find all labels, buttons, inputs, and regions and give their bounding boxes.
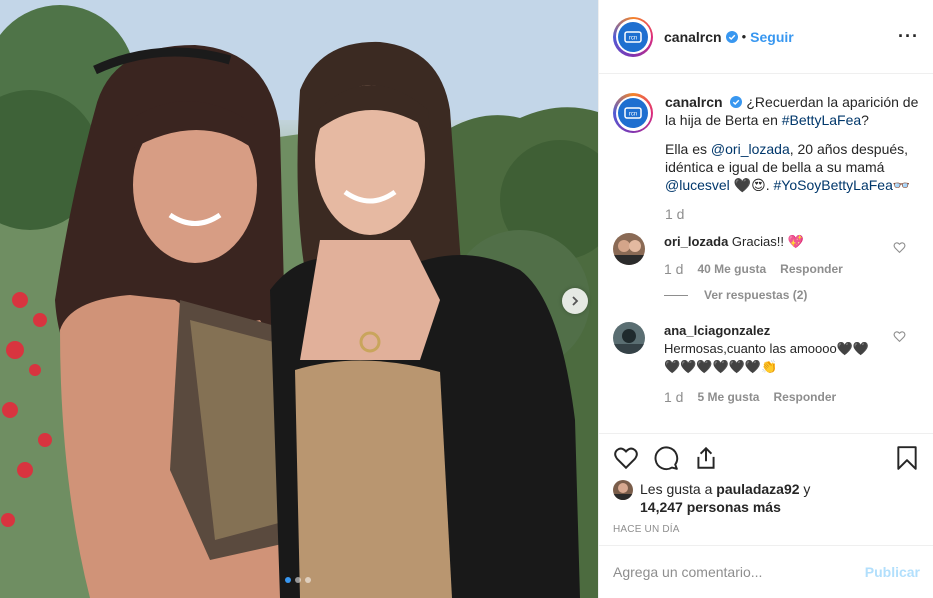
canalrcn-logo-icon: rcn <box>618 98 648 128</box>
likes-middle: y <box>799 481 811 497</box>
carousel-indicator <box>285 577 311 583</box>
carousel-dot <box>295 577 301 583</box>
post-header: rcn canalrcn • Seguir ··· <box>599 0 933 74</box>
caption-line2: Ella es <box>665 141 711 157</box>
comment-icon <box>654 446 679 471</box>
likes-prefix: Les gusta a <box>640 481 717 497</box>
comment-text: Hermosas,cuanto las amoooo🖤🖤 🖤🖤🖤🖤🖤🖤👏 <box>664 341 870 374</box>
header-separator: • <box>741 29 747 44</box>
bookmark-icon <box>897 446 917 470</box>
avatar[interactable]: rcn <box>613 93 653 133</box>
share-icon <box>697 446 715 469</box>
avatar[interactable] <box>613 480 633 500</box>
heart-icon <box>614 447 638 470</box>
svg-text:rcn: rcn <box>629 35 637 41</box>
caption-line1-end: ? <box>861 112 869 128</box>
comment-time[interactable]: 1 d <box>664 260 683 278</box>
comment-text: Gracias!! 💖 <box>731 234 804 249</box>
caption-emoji: 👓 <box>892 177 911 193</box>
carousel-dot <box>305 577 311 583</box>
likes-user-link[interactable]: pauladaza92 <box>716 481 799 497</box>
avatar[interactable]: rcn <box>613 16 653 57</box>
replies-line <box>664 294 688 296</box>
comment-username[interactable]: ori_lozada <box>664 234 728 249</box>
reply-button[interactable]: Responder <box>773 388 836 406</box>
comment-likes[interactable]: 5 Me gusta <box>697 388 759 406</box>
likes-summary: Les gusta a pauladaza92 y 14,247 persona… <box>613 480 920 516</box>
caption-text: canalrcn ¿Recuerdan la aparición de la h… <box>665 93 920 223</box>
comment-item: ori_lozada Gracias!! 💖 1 d 40 Me gusta R… <box>613 233 920 278</box>
caption-emoji: 🖤😍. <box>729 177 774 193</box>
post-photo[interactable] <box>0 0 598 598</box>
share-button[interactable] <box>693 445 719 471</box>
posted-time[interactable]: Hace un día <box>613 524 920 535</box>
avatar[interactable] <box>613 322 645 354</box>
post-caption: rcn canalrcn ¿Recuerdan la aparición de … <box>613 93 920 223</box>
comments-list[interactable]: rcn canalrcn ¿Recuerdan la aparición de … <box>599 75 933 433</box>
more-icon[interactable]: ··· <box>898 26 919 47</box>
save-button[interactable] <box>894 445 920 471</box>
view-replies-button[interactable]: Ver respuestas (2) <box>664 288 920 302</box>
follow-button[interactable]: Seguir <box>750 29 794 45</box>
comment-item: ana_lciagonzalez Hermosas,cuanto las amo… <box>613 322 920 406</box>
mention-link[interactable]: @lucesvel <box>665 177 730 193</box>
caption-username[interactable]: canalrcn <box>665 94 723 110</box>
view-replies-label: Ver respuestas (2) <box>704 288 808 302</box>
heart-icon[interactable] <box>893 330 906 343</box>
mention-link[interactable]: @ori_lozada <box>711 141 790 157</box>
verified-icon <box>730 96 743 108</box>
verified-icon <box>725 30 738 43</box>
chevron-right-icon <box>572 296 579 306</box>
carousel-dot <box>285 577 291 583</box>
heart-icon[interactable] <box>893 241 906 254</box>
post-username[interactable]: canalrcn <box>664 29 722 45</box>
publish-button[interactable]: Publicar <box>865 564 920 580</box>
comment-time[interactable]: 1 d <box>664 388 683 406</box>
photo-scene <box>0 0 598 598</box>
avatar[interactable] <box>613 233 645 265</box>
comment-username[interactable]: ana_lciagonzalez <box>664 323 770 338</box>
comment-input[interactable] <box>613 564 865 580</box>
hashtag-link[interactable]: #BettyLaFea <box>782 112 861 128</box>
hashtag-link[interactable]: #YoSoyBettyLaFea <box>774 177 893 193</box>
post-side-panel: rcn canalrcn • Seguir ··· rcn canalrcn ¿… <box>598 0 933 598</box>
instagram-post: rcn canalrcn • Seguir ··· rcn canalrcn ¿… <box>0 0 933 598</box>
comment-likes[interactable]: 40 Me gusta <box>697 260 766 278</box>
post-actions: Les gusta a pauladaza92 y 14,247 persona… <box>599 433 933 535</box>
comment-button[interactable] <box>653 445 679 471</box>
next-photo-button[interactable] <box>562 288 588 314</box>
svg-text:rcn: rcn <box>629 112 637 118</box>
canalrcn-logo-icon: rcn <box>618 21 648 52</box>
caption-time[interactable]: 1 d <box>665 205 920 223</box>
add-comment-bar: Publicar <box>599 545 933 598</box>
like-button[interactable] <box>613 445 639 471</box>
reply-button[interactable]: Responder <box>780 260 843 278</box>
likes-count[interactable]: 14,247 personas más <box>640 499 781 515</box>
